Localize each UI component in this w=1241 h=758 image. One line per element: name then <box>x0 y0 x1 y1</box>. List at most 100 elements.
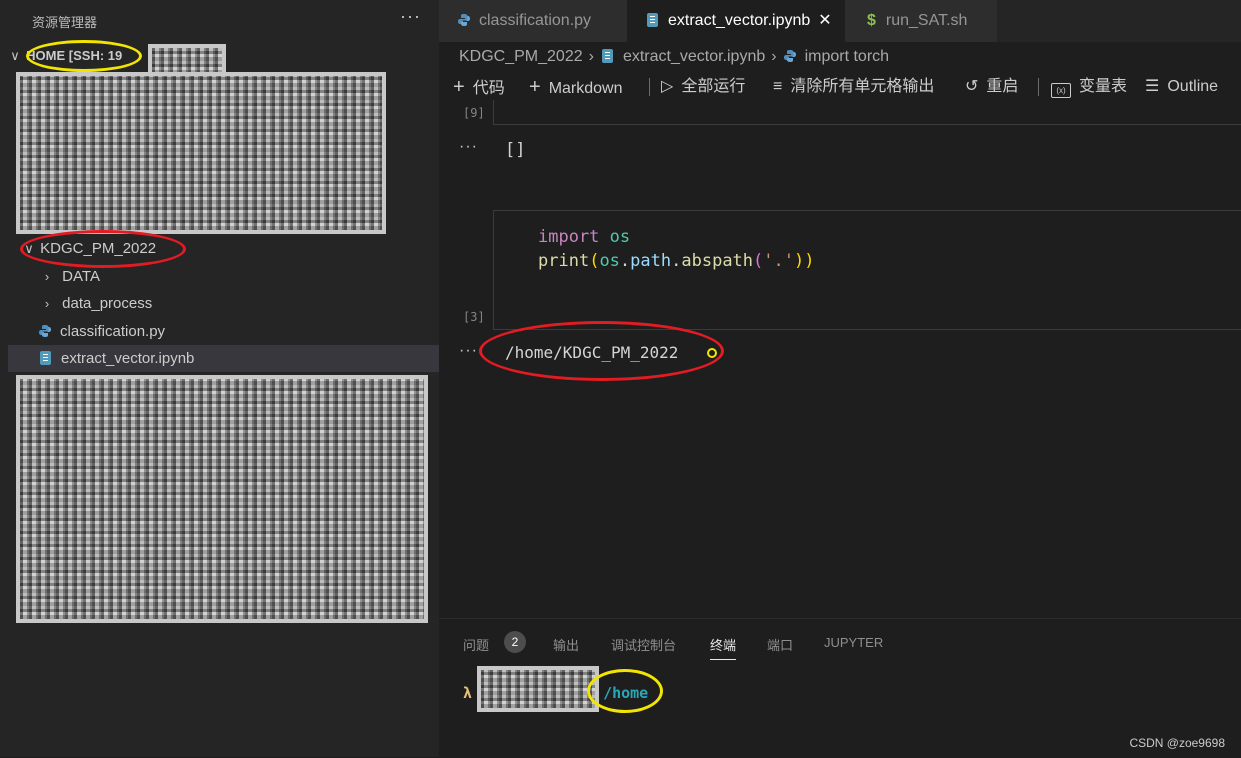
watermark: CSDN @zoe9698 <box>1129 736 1225 750</box>
outline-label: Outline <box>1167 78 1219 95</box>
chevron-right-icon: › <box>771 48 777 65</box>
code-token: abspath <box>681 251 754 271</box>
explorer-header: 资源管理器 ··· <box>0 0 439 40</box>
chevron-right-icon: › <box>44 269 50 284</box>
tab-debug-console[interactable]: 调试控制台 <box>611 635 676 654</box>
folder-label: KDGC_PM_2022 <box>40 240 157 257</box>
python-icon <box>39 325 51 337</box>
tab-jupyter[interactable]: JUPYTER <box>824 635 883 650</box>
variables-label: 变量表 <box>1079 78 1128 95</box>
workspace-root-label: HOME [SSH: 19 <box>26 48 123 63</box>
editor-tab-bar: classification.py extract_vector.ipynb ✕ … <box>439 0 1241 42</box>
execution-count: [9] <box>463 106 485 120</box>
list-icon: ☰ <box>1145 78 1160 95</box>
code-token: )) <box>794 251 815 271</box>
code-token: os <box>609 227 631 247</box>
tab-label: classification.py <box>479 12 592 29</box>
code-token: print <box>538 251 590 271</box>
toolbar-divider <box>1038 78 1039 96</box>
code-token: os <box>599 251 620 271</box>
plus-icon: + <box>529 76 541 98</box>
python-icon <box>783 50 796 62</box>
cell-output: [] <box>505 140 526 160</box>
variables-button[interactable]: (x) 变量表 <box>1051 74 1127 100</box>
notebook-editor: classification.py extract_vector.ipynb ✕ … <box>439 0 1241 618</box>
add-code-button[interactable]: + 代码 <box>453 74 505 102</box>
chevron-down-icon: ∨ <box>24 241 34 256</box>
tab-label: extract_vector.ipynb <box>668 12 811 29</box>
code-token: import <box>538 227 600 247</box>
tab-classification-py[interactable]: classification.py <box>439 0 627 42</box>
tab-terminal[interactable]: 终端 <box>710 635 737 660</box>
explorer-title: 资源管理器 <box>32 15 98 30</box>
tab-ports[interactable]: 端口 <box>767 635 793 654</box>
output-actions-icon[interactable]: ··· <box>459 138 478 156</box>
file-extract-vector-ipynb[interactable]: extract_vector.ipynb <box>8 345 439 372</box>
notebook-icon <box>40 351 51 365</box>
execution-count: [3] <box>463 310 485 324</box>
code-token: . <box>619 251 631 271</box>
folder-kdgc-pm-2022[interactable]: ∨ KDGC_PM_2022 <box>22 235 453 262</box>
file-label: classification.py <box>60 323 166 340</box>
highlight-dot <box>707 348 717 358</box>
redacted-file-list-bottom <box>16 375 428 623</box>
chevron-down-icon: ∨ <box>10 48 20 63</box>
python-icon <box>458 14 470 26</box>
chevron-right-icon: › <box>44 296 50 311</box>
add-markdown-button[interactable]: + Markdown <box>529 74 623 102</box>
explorer-sidebar: 资源管理器 ··· ∨ HOME [SSH: 19 ∨ KDGC_PM_2022… <box>0 0 439 757</box>
plus-icon: + <box>453 76 465 98</box>
breadcrumb-symbol[interactable]: import torch <box>805 48 889 65</box>
file-label: extract_vector.ipynb <box>61 350 195 367</box>
terminal-lambda: λ <box>463 684 473 702</box>
run-all-icon: ▷ <box>661 78 674 95</box>
breadcrumb-file[interactable]: extract_vector.ipynb <box>623 48 765 65</box>
folder-data[interactable]: › DATA <box>40 263 471 290</box>
add-markdown-label: Markdown <box>548 80 623 97</box>
tab-label: run_SAT.sh <box>885 12 968 29</box>
terminal-path: /home <box>603 684 649 702</box>
variables-icon: (x) <box>1051 83 1071 98</box>
code-token: ( <box>589 251 600 271</box>
breadcrumb-folder[interactable]: KDGC_PM_2022 <box>459 48 583 65</box>
more-actions-icon[interactable]: ··· <box>400 6 421 27</box>
restart-button[interactable]: ↺ 重启 <box>965 74 1018 100</box>
output-actions-icon[interactable]: ··· <box>459 342 478 360</box>
restart-label: 重启 <box>986 78 1019 95</box>
redacted-file-list-top <box>16 72 386 234</box>
dollar-icon: $ <box>867 12 876 29</box>
notebook-icon <box>601 49 613 63</box>
redacted-host <box>477 666 599 712</box>
cell-output: /home/KDGC_PM_2022 <box>505 343 679 362</box>
add-code-label: 代码 <box>472 80 505 97</box>
code-cell-previous[interactable] <box>493 100 1241 125</box>
file-classification-py[interactable]: classification.py <box>38 318 469 345</box>
tab-run-sat-sh[interactable]: $ run_SAT.sh <box>845 0 997 42</box>
folder-data-process[interactable]: › data_process <box>40 290 471 317</box>
code-token: '.' <box>763 251 794 271</box>
code-token: ( <box>753 251 764 271</box>
toolbar-divider <box>649 78 650 96</box>
clear-outputs-label: 清除所有单元格输出 <box>790 78 935 95</box>
clear-all-icon: ≡ <box>773 78 783 95</box>
restart-icon: ↺ <box>965 78 979 95</box>
notebook-icon <box>647 13 658 27</box>
outline-button[interactable]: ☰ Outline <box>1145 74 1218 100</box>
breadcrumb: KDGC_PM_2022 › extract_vector.ipynb › impor… <box>459 46 889 68</box>
tab-extract-vector-ipynb[interactable]: extract_vector.ipynb ✕ <box>627 0 845 42</box>
close-icon[interactable]: ✕ <box>818 12 831 29</box>
clear-outputs-button[interactable]: ≡ 清除所有单元格输出 <box>773 74 934 100</box>
code-line: import os <box>538 227 630 247</box>
folder-label: data_process <box>62 295 153 312</box>
tab-problems[interactable]: 问题 <box>463 635 489 654</box>
problems-count-badge: 2 <box>504 631 526 653</box>
bottom-panel: 问题 2 输出 调试控制台 终端 端口 JUPYTER λ 08125/home… <box>439 618 1241 758</box>
folder-label: DATA <box>62 268 100 285</box>
code-token: . <box>671 251 682 271</box>
run-all-button[interactable]: ▷ 全部运行 <box>661 74 745 100</box>
code-cell[interactable]: import os print(os.path.abspath('.')) <box>493 210 1241 330</box>
tab-output[interactable]: 输出 <box>553 635 579 654</box>
code-line: print(os.path.abspath('.')) <box>538 251 814 271</box>
chevron-right-icon: › <box>588 48 594 65</box>
code-token: path <box>630 251 672 271</box>
